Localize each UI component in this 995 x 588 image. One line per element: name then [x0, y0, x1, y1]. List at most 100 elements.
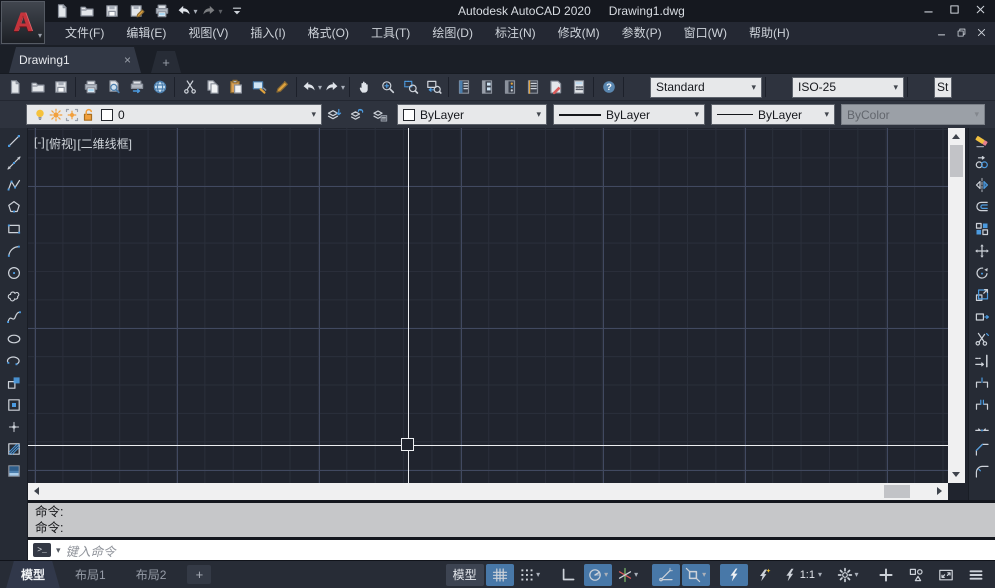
designcenter-button[interactable]: [475, 76, 498, 99]
workspace-gear-button[interactable]: ▾: [834, 564, 862, 586]
scroll-down-icon[interactable]: [952, 472, 960, 477]
arc-button[interactable]: [2, 240, 26, 262]
annotation-scale-button[interactable]: 1:1▾: [780, 564, 824, 586]
chamfer-button[interactable]: [970, 438, 994, 460]
layer-make-current-button[interactable]: [322, 103, 345, 126]
stretch-button[interactable]: [970, 306, 994, 328]
menu-item-5[interactable]: 工具(T): [360, 22, 421, 45]
join-button[interactable]: [970, 416, 994, 438]
dropdown-caret-icon[interactable]: ▾: [218, 7, 222, 16]
bulb-on-button[interactable]: [32, 107, 48, 123]
annotation-autoscale-button[interactable]: [750, 564, 778, 586]
isometric-drafting-button[interactable]: ▾: [614, 564, 642, 586]
window-minimize-button[interactable]: [915, 0, 941, 22]
zoom-previous-button[interactable]: [422, 76, 445, 99]
qa-customize-button[interactable]: [225, 1, 249, 21]
pan-button[interactable]: [353, 76, 376, 99]
snap-mode-button[interactable]: ▾: [516, 564, 544, 586]
help-button[interactable]: ?: [597, 76, 620, 99]
table-style-select[interactable]: St: [934, 77, 952, 98]
dropdown-caret-icon[interactable]: ▾: [818, 570, 822, 579]
horizontal-scrollbar[interactable]: [28, 483, 948, 500]
new-layout-button[interactable]: +: [187, 565, 211, 584]
properties-palette-button[interactable]: [452, 76, 475, 99]
save-button[interactable]: [100, 1, 124, 21]
markup-manager-button[interactable]: [544, 76, 567, 99]
text-style-select[interactable]: Standard ▾: [650, 77, 762, 98]
redo-button[interactable]: ▾: [200, 1, 224, 21]
ortho-mode-button[interactable]: [554, 564, 582, 586]
layer-previous-button[interactable]: [345, 103, 368, 126]
erase-button[interactable]: [970, 130, 994, 152]
save-button[interactable]: [49, 76, 72, 99]
plot-button[interactable]: [79, 76, 102, 99]
layout-tab-0[interactable]: 模型: [6, 561, 60, 588]
ellipse-button[interactable]: [2, 328, 26, 350]
new-file-button[interactable]: [50, 1, 74, 21]
circle-button[interactable]: [2, 262, 26, 284]
insert-block-button[interactable]: [2, 372, 26, 394]
break-button[interactable]: [970, 394, 994, 416]
window-maximize-button[interactable]: [941, 0, 967, 22]
undo-button[interactable]: ▾: [175, 1, 199, 21]
match-properties-button[interactable]: [247, 76, 270, 99]
menu-item-4[interactable]: 格式(O): [297, 22, 360, 45]
copy-button[interactable]: [970, 152, 994, 174]
plot-preview-button[interactable]: [102, 76, 125, 99]
quickcalc-button[interactable]: [567, 76, 590, 99]
vertical-scrollbar[interactable]: [948, 128, 965, 483]
command-window-close-button[interactable]: [2, 528, 26, 550]
array-button[interactable]: [970, 218, 994, 240]
model-space-toggle[interactable]: 模型: [446, 564, 484, 586]
extend-button[interactable]: [970, 350, 994, 372]
menu-item-8[interactable]: 修改(M): [547, 22, 611, 45]
grid-display-button[interactable]: [486, 564, 514, 586]
lineweight-select[interactable]: ByLayer ▾: [711, 104, 835, 125]
layer-states-button[interactable]: [368, 103, 391, 126]
doc-restore-button[interactable]: [951, 24, 971, 43]
command-prompt-icon[interactable]: >_: [33, 543, 51, 557]
save-as-button[interactable]: [125, 1, 149, 21]
clean-screen-button[interactable]: [932, 564, 960, 586]
trim-button[interactable]: [970, 328, 994, 350]
zoom-realtime-button[interactable]: [376, 76, 399, 99]
command-input-placeholder[interactable]: 键入命令: [66, 541, 116, 560]
polar-tracking-button[interactable]: ▾: [584, 564, 612, 586]
move-button[interactable]: [970, 240, 994, 262]
scroll-left-icon[interactable]: [34, 487, 39, 495]
customization-button[interactable]: [962, 564, 990, 586]
polyline-button[interactable]: [2, 174, 26, 196]
menu-item-2[interactable]: 视图(V): [177, 22, 239, 45]
layout-tab-1[interactable]: 布局1: [60, 561, 121, 588]
dropdown-caret-icon[interactable]: ▾: [634, 570, 638, 579]
undo-button[interactable]: ▾: [300, 76, 323, 99]
break-at-point-button[interactable]: [970, 372, 994, 394]
window-close-button[interactable]: [967, 0, 993, 22]
dropdown-caret-icon[interactable]: ▾: [536, 570, 540, 579]
application-menu-button[interactable]: A ▾: [1, 1, 45, 44]
cut-button[interactable]: [178, 76, 201, 99]
hatch-button[interactable]: [2, 438, 26, 460]
open-folder-button[interactable]: [75, 1, 99, 21]
ellipse-arc-button[interactable]: [2, 350, 26, 372]
polygon-button[interactable]: [2, 196, 26, 218]
text-style-button[interactable]: [627, 76, 650, 99]
menu-item-10[interactable]: 窗口(W): [673, 22, 738, 45]
rectangle-button[interactable]: [2, 218, 26, 240]
zoom-window-button[interactable]: [399, 76, 422, 99]
menu-item-11[interactable]: 帮助(H): [738, 22, 801, 45]
dim-style-button[interactable]: [769, 76, 792, 99]
spline-button[interactable]: [2, 306, 26, 328]
viewport-control-1[interactable]: [俯视]: [46, 135, 77, 152]
menu-item-6[interactable]: 绘图(D): [421, 22, 484, 45]
tool-palettes-button[interactable]: [498, 76, 521, 99]
viewport-control-0[interactable]: [-]: [34, 135, 45, 152]
doc-close-button[interactable]: [971, 24, 991, 43]
make-block-button[interactable]: [2, 394, 26, 416]
annotation-monitor-button[interactable]: [872, 564, 900, 586]
dropdown-caret-icon[interactable]: ▾: [604, 570, 608, 579]
plot-button[interactable]: [150, 1, 174, 21]
construction-line-button[interactable]: [2, 152, 26, 174]
paste-button[interactable]: [224, 76, 247, 99]
command-window-grip[interactable]: [2, 502, 26, 524]
